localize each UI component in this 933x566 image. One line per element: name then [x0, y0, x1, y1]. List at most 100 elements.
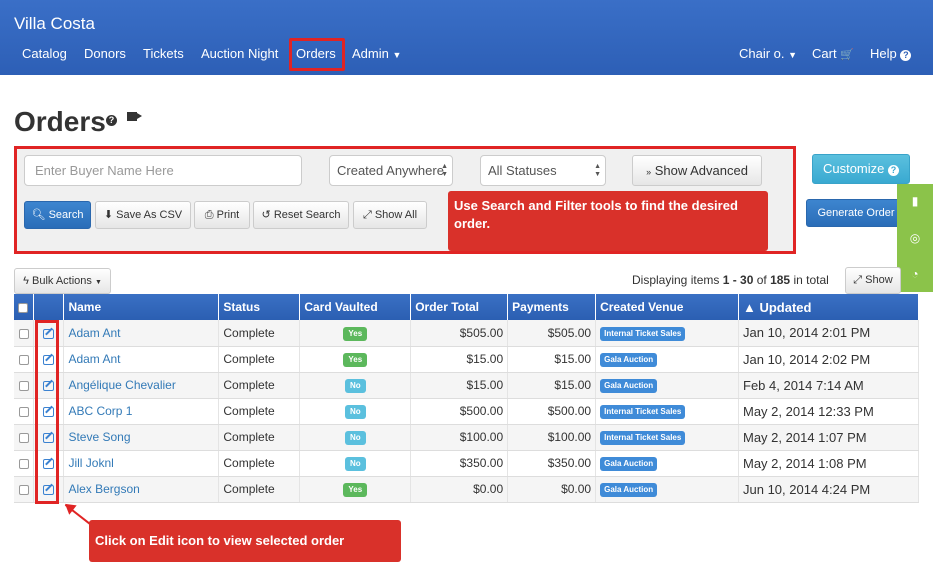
nav-chair[interactable]: Chair o. ▼ [739, 46, 797, 61]
vaulted-badge: No [344, 431, 366, 445]
nav-auction-night[interactable]: Auction Night [201, 46, 278, 61]
cell-updated: May 2, 2014 1:08 PM [738, 450, 919, 477]
buyer-name-link[interactable]: Jill Joknl [68, 456, 113, 470]
row-checkbox[interactable] [18, 328, 29, 339]
row-checkbox[interactable] [18, 484, 29, 495]
venue-badge: Internal Ticket Sales [600, 405, 686, 419]
status-select[interactable]: All Statuses ▲ ▼ [480, 155, 606, 186]
bulk-actions-button[interactable]: ϟ Bulk Actions ▼ [14, 268, 111, 294]
cell-order-total: $505.00 [410, 320, 509, 347]
caret-down-icon: ▼ [788, 50, 798, 60]
table-row: Steve Song Complete No $100.00 $100.00 Intern… [14, 424, 919, 451]
save-csv-button[interactable]: ⬇ Save As CSV [95, 201, 191, 229]
row-checkbox[interactable] [18, 380, 29, 391]
cart-icon: 🛒 [840, 49, 854, 61]
cell-status: Complete [218, 476, 301, 503]
show-advanced-button[interactable]: » Show Advanced [632, 155, 762, 186]
cell-status: Complete [218, 372, 301, 399]
buyer-name-link[interactable]: ABC Corp 1 [68, 404, 132, 418]
cell-status: Complete [218, 320, 301, 347]
video-camera-icon[interactable] [127, 112, 137, 121]
buyer-name-link[interactable]: Alex Bergson [68, 482, 139, 496]
download-icon: ⬇ [103, 209, 114, 221]
created-venue-select[interactable]: Created Anywhere ▲ ▼ [329, 155, 453, 186]
select-arrows-icon: ▲ ▼ [594, 163, 601, 178]
cell-order-total: $15.00 [410, 346, 509, 373]
header-payments[interactable]: Payments [507, 294, 597, 320]
venue-badge: Gala Auction [600, 379, 658, 393]
table-row: ABC Corp 1 Complete No $500.00 $500.00 Intern… [14, 398, 919, 425]
show-all-button[interactable]: ⤢ Show All [353, 201, 427, 229]
header-created-venue[interactable]: Created Venue [595, 294, 739, 320]
cell-order-total: $350.00 [410, 450, 509, 477]
buyer-name-link[interactable]: Steve Song [68, 430, 130, 444]
book-icon[interactable]: ▮ [908, 194, 922, 208]
search-button[interactable]: 🔍︎ Search [24, 201, 91, 229]
header-card-vaulted[interactable]: Card Vaulted [299, 294, 412, 320]
pagination-summary: Displaying items 1 - 30 of 185 in total [632, 273, 829, 287]
brand[interactable]: Villa Costa [14, 14, 95, 34]
reset-search-button[interactable]: ↺ Reset Search [253, 201, 349, 229]
nav-catalog[interactable]: Catalog [22, 46, 67, 61]
undo-icon: ↺ [261, 209, 271, 221]
caret-down-icon: ▼ [94, 279, 102, 286]
reset-search-label: Reset Search [273, 209, 341, 221]
table-row: Adam Ant Complete Yes $505.00 $505.00 Interna… [14, 320, 919, 347]
cell-created-venue: Internal Ticket Sales [595, 424, 739, 451]
cell-name: ABC Corp 1 [63, 398, 220, 425]
cell-created-venue: Gala Auction [595, 476, 739, 503]
row-select-cell [14, 346, 35, 373]
nav-tickets[interactable]: Tickets [143, 46, 184, 61]
buyer-name-link[interactable]: Adam Ant [68, 326, 120, 340]
cell-updated: May 2, 2014 1:07 PM [738, 424, 919, 451]
cell-updated: Jan 10, 2014 2:02 PM [738, 346, 919, 373]
search-tip-callout: Use Search and Filter tools to find the … [448, 191, 768, 251]
buyer-name-link[interactable]: Angélique Chevalier [68, 378, 175, 392]
nav-admin[interactable]: Admin ▼ [352, 46, 401, 61]
cell-name: Jill Joknl [63, 450, 220, 477]
row-checkbox[interactable] [18, 354, 29, 365]
select-all-header [14, 294, 35, 320]
generate-order-button[interactable]: Generate Order [806, 199, 906, 227]
expand-icon: ⤢ [853, 274, 863, 286]
displaying-range: 1 - 30 [722, 273, 754, 287]
cell-created-venue: Gala Auction [595, 346, 739, 373]
header-status[interactable]: Status [218, 294, 301, 320]
buyer-name-input[interactable]: Enter Buyer Name Here [24, 155, 302, 186]
vaulted-badge: Yes [343, 353, 368, 367]
row-checkbox[interactable] [18, 458, 29, 469]
row-select-cell [14, 372, 35, 399]
row-checkbox[interactable] [18, 406, 29, 417]
buyer-name-link[interactable]: Adam Ant [68, 352, 120, 366]
cell-card-vaulted: No [299, 450, 412, 477]
header-order-total[interactable]: Order Total [410, 294, 509, 320]
select-all-checkbox[interactable] [18, 302, 28, 313]
header-updated[interactable]: ▲ Updated [738, 294, 919, 320]
print-button[interactable]: ⎙ Print [194, 201, 250, 229]
cell-order-total: $15.00 [410, 372, 509, 399]
cell-updated: Jan 10, 2014 2:01 PM [738, 320, 919, 347]
title-help[interactable]: ? [106, 110, 117, 128]
cell-status: Complete [218, 450, 301, 477]
cell-payments: $15.00 [507, 346, 597, 373]
customize-button[interactable]: Customize ? [812, 154, 910, 184]
rss-icon[interactable]: ◔ [908, 267, 922, 281]
show-columns-button[interactable]: ⤢ Show [845, 267, 901, 294]
vaulted-badge: No [344, 379, 366, 393]
nav-help[interactable]: Help ? [870, 46, 912, 61]
cell-card-vaulted: No [299, 398, 412, 425]
show-advanced-label: Show Advanced [654, 163, 748, 178]
top-navbar: Villa Costa Catalog Donors Tickets Aucti… [0, 0, 933, 75]
lifebuoy-icon[interactable]: ◎ [908, 231, 922, 245]
cell-card-vaulted: No [299, 424, 412, 451]
nav-donors[interactable]: Donors [84, 46, 126, 61]
row-select-cell [14, 424, 35, 451]
header-name[interactable]: Name [63, 294, 220, 320]
status-value: All Statuses [488, 163, 557, 178]
customize-label: Customize [822, 161, 885, 176]
search-label: Search [48, 209, 84, 221]
orders-table: Name Status Card Vaulted Order Total Pay… [14, 294, 919, 503]
nav-cart[interactable]: Cart 🛒 [812, 46, 854, 61]
cell-card-vaulted: Yes [299, 476, 412, 503]
row-checkbox[interactable] [18, 432, 29, 443]
